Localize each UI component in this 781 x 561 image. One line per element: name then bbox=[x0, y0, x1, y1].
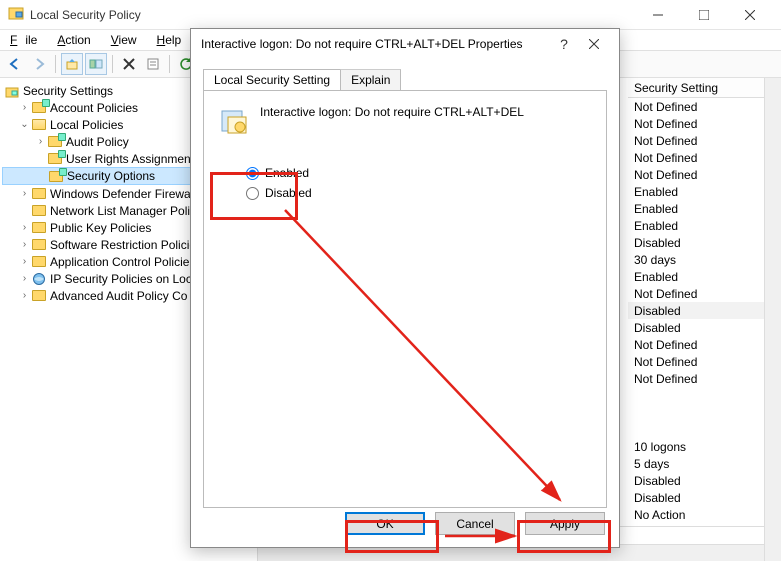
tree-root-label: Security Settings bbox=[23, 84, 113, 98]
radio-enabled-label: Enabled bbox=[265, 166, 309, 180]
list-row[interactable]: 10 logons bbox=[628, 438, 781, 455]
folder-icon bbox=[31, 288, 47, 304]
radio-disabled[interactable]: Disabled bbox=[246, 183, 592, 203]
folder-icon bbox=[31, 186, 47, 202]
menu-action[interactable]: Action bbox=[53, 31, 94, 49]
list-row[interactable]: Disabled bbox=[628, 472, 781, 489]
list-row[interactable]: Enabled bbox=[628, 217, 781, 234]
list-row[interactable] bbox=[628, 404, 781, 421]
expand-icon[interactable]: › bbox=[34, 136, 47, 147]
menu-file[interactable]: File bbox=[6, 31, 41, 49]
folder-icon bbox=[31, 117, 47, 133]
radio-disabled-label: Disabled bbox=[265, 186, 312, 200]
properties-dialog: Interactive logon: Do not require CTRL+A… bbox=[190, 28, 620, 548]
ok-button[interactable]: OK bbox=[345, 512, 425, 535]
radio-enabled-input[interactable] bbox=[246, 167, 259, 180]
dialog-title: Interactive logon: Do not require CTRL+A… bbox=[201, 37, 549, 51]
list-row[interactable] bbox=[628, 421, 781, 438]
expand-icon[interactable]: › bbox=[18, 273, 31, 284]
cancel-button[interactable]: Cancel bbox=[435, 512, 515, 535]
folder-icon bbox=[48, 168, 64, 184]
expand-icon[interactable]: › bbox=[18, 239, 31, 250]
menu-view[interactable]: View bbox=[107, 31, 141, 49]
list-row[interactable]: Disabled bbox=[628, 302, 781, 319]
tree-item-label: Account Policies bbox=[50, 101, 138, 115]
folder-icon bbox=[47, 151, 63, 167]
folder-icon bbox=[31, 271, 47, 287]
delete-button[interactable] bbox=[118, 53, 140, 75]
folder-icon bbox=[31, 254, 47, 270]
expand-icon[interactable]: › bbox=[18, 290, 31, 301]
tree-item-label: Software Restriction Policie bbox=[50, 238, 196, 252]
properties-button[interactable] bbox=[142, 53, 164, 75]
list-row[interactable]: Enabled bbox=[628, 183, 781, 200]
list-row[interactable]: Not Defined bbox=[628, 115, 781, 132]
folder-icon bbox=[31, 237, 47, 253]
folder-icon bbox=[31, 203, 47, 219]
folder-icon bbox=[31, 220, 47, 236]
tree-item-label: Windows Defender Firewal… bbox=[50, 187, 205, 201]
window-titlebar: Local Security Policy bbox=[0, 0, 781, 30]
show-hide-tree-button[interactable] bbox=[85, 53, 107, 75]
list-row[interactable]: Not Defined bbox=[628, 149, 781, 166]
list-row[interactable]: 30 days bbox=[628, 251, 781, 268]
list-row[interactable]: Not Defined bbox=[628, 166, 781, 183]
up-button[interactable] bbox=[61, 53, 83, 75]
forward-button[interactable] bbox=[28, 53, 50, 75]
expand-icon[interactable]: › bbox=[18, 256, 31, 267]
minimize-button[interactable] bbox=[635, 0, 681, 30]
expand-icon[interactable]: › bbox=[18, 188, 31, 199]
policy-description: Interactive logon: Do not require CTRL+A… bbox=[260, 105, 524, 137]
list-row[interactable]: 5 days bbox=[628, 455, 781, 472]
security-settings-icon bbox=[4, 83, 20, 99]
vertical-scrollbar[interactable] bbox=[764, 78, 781, 561]
tree-item-label: Audit Policy bbox=[66, 135, 129, 149]
list-header-label: Security Setting bbox=[634, 81, 718, 95]
tree-item-label: Local Policies bbox=[50, 118, 123, 132]
tab-local-security-setting[interactable]: Local Security Setting bbox=[203, 69, 341, 90]
dialog-help-button[interactable]: ? bbox=[549, 36, 579, 52]
policy-icon bbox=[218, 105, 250, 137]
list-row[interactable]: Not Defined bbox=[628, 336, 781, 353]
list-row[interactable]: No Action bbox=[628, 506, 781, 523]
radio-disabled-input[interactable] bbox=[246, 187, 259, 200]
maximize-button[interactable] bbox=[681, 0, 727, 30]
list-row[interactable]: Not Defined bbox=[628, 353, 781, 370]
list-row[interactable]: Enabled bbox=[628, 268, 781, 285]
tab-explain[interactable]: Explain bbox=[340, 69, 401, 90]
tree-item-label: Advanced Audit Policy Co bbox=[50, 289, 187, 303]
list-row[interactable]: Disabled bbox=[628, 489, 781, 506]
dialog-close-button[interactable] bbox=[579, 36, 609, 52]
list-row[interactable]: Not Defined bbox=[628, 285, 781, 302]
app-icon bbox=[8, 5, 24, 24]
menu-help[interactable]: Help bbox=[153, 31, 186, 49]
folder-icon bbox=[47, 134, 63, 150]
list-row[interactable]: Not Defined bbox=[628, 98, 781, 115]
close-button[interactable] bbox=[727, 0, 773, 30]
expand-icon[interactable]: › bbox=[18, 222, 31, 233]
expand-icon[interactable]: › bbox=[18, 102, 31, 113]
tree-item-label: Application Control Policie bbox=[50, 255, 189, 269]
list-header-security-setting[interactable]: Security Setting bbox=[628, 78, 781, 98]
back-button[interactable] bbox=[4, 53, 26, 75]
collapse-icon[interactable]: ⌄ bbox=[18, 119, 31, 130]
list-row[interactable]: Not Defined bbox=[628, 132, 781, 149]
window-title: Local Security Policy bbox=[30, 8, 635, 22]
folder-icon bbox=[31, 100, 47, 116]
list-row[interactable]: Disabled bbox=[628, 234, 781, 251]
list-row[interactable]: Not Defined bbox=[628, 370, 781, 387]
tree-item-label: IP Security Policies on Loca bbox=[50, 272, 199, 286]
list-row[interactable]: Disabled bbox=[628, 319, 781, 336]
apply-button[interactable]: Apply bbox=[525, 512, 605, 535]
list-row[interactable]: Enabled bbox=[628, 200, 781, 217]
tree-item-label: User Rights Assignmen bbox=[66, 152, 191, 166]
tree-item-label: Security Options bbox=[67, 169, 155, 183]
tree-item-label: Public Key Policies bbox=[50, 221, 151, 235]
radio-enabled[interactable]: Enabled bbox=[246, 163, 592, 183]
list-row[interactable] bbox=[628, 387, 781, 404]
tree-item-label: Network List Manager Polic bbox=[50, 204, 196, 218]
